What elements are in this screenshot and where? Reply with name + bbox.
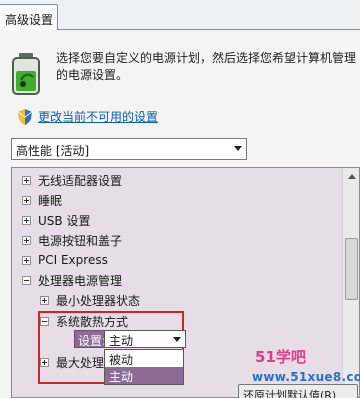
- option-active[interactable]: 主动: [105, 367, 183, 384]
- scrollbar-thumb[interactable]: [345, 238, 358, 300]
- uac-shield-icon: [18, 108, 32, 125]
- watermark-site-name: 51学吧: [255, 348, 306, 366]
- scroll-up-arrow-icon[interactable]: [343, 168, 359, 185]
- tab-strip: 高级设置: [0, 0, 360, 31]
- tree-item-usb-settings[interactable]: USB 设置: [22, 210, 90, 230]
- expand-icon[interactable]: [22, 215, 31, 225]
- change-unavailable-settings-link[interactable]: 更改当前不可用的设置: [18, 108, 158, 125]
- expand-icon[interactable]: [22, 175, 31, 185]
- cooling-policy-dropdown: 被动 主动: [104, 349, 184, 385]
- change-settings-link-text[interactable]: 更改当前不可用的设置: [38, 108, 158, 125]
- tree-item-label: 睡眠: [38, 193, 63, 208]
- option-passive[interactable]: 被动: [105, 350, 183, 367]
- watermark-url: www.51xue8.com: [252, 370, 360, 384]
- tree-item-processor-power-management[interactable]: 处理器电源管理: [22, 270, 122, 290]
- expand-icon[interactable]: [22, 195, 31, 205]
- expand-icon[interactable]: [22, 255, 31, 265]
- chevron-down-icon: [173, 337, 181, 342]
- power-plan-select[interactable]: 高性能 [活动]: [11, 138, 247, 160]
- tree-item-wireless-adapter[interactable]: 无线适配器设置: [22, 170, 122, 190]
- description-text: 选择您要自定义的电源计划，然后选择您希望计算机管理的电源设置。: [56, 51, 357, 82]
- tree-item-label: 处理器电源管理: [38, 273, 123, 288]
- cooling-policy-select[interactable]: 主动: [104, 330, 186, 348]
- collapse-icon[interactable]: [22, 275, 31, 285]
- chevron-down-icon: [234, 146, 242, 151]
- expand-icon[interactable]: [40, 295, 49, 305]
- tab-advanced-settings[interactable]: 高级设置: [0, 4, 58, 31]
- tree-item-pci-express[interactable]: PCI Express: [22, 250, 108, 270]
- cooling-policy-value: 主动: [109, 334, 134, 348]
- tree-item-label: 最小处理器状态: [56, 293, 141, 308]
- power-battery-icon: [12, 53, 40, 95]
- power-plan-value: 高性能 [活动]: [16, 144, 90, 158]
- expand-icon[interactable]: [22, 235, 31, 245]
- tree-item-power-buttons-lid[interactable]: 电源按钮和盖子: [22, 230, 122, 250]
- tree-item-label: 无线适配器设置: [38, 173, 123, 188]
- tree-item-min-processor-state[interactable]: 最小处理器状态: [40, 290, 140, 310]
- tree-item-sleep[interactable]: 睡眠: [22, 190, 62, 210]
- tree-item-label: PCI Express: [38, 253, 108, 267]
- tree-item-label: USB 设置: [38, 213, 91, 228]
- site-watermark: 51学吧 www.51xue8.com: [252, 346, 360, 392]
- tree-item-label: 电源按钮和盖子: [38, 233, 123, 248]
